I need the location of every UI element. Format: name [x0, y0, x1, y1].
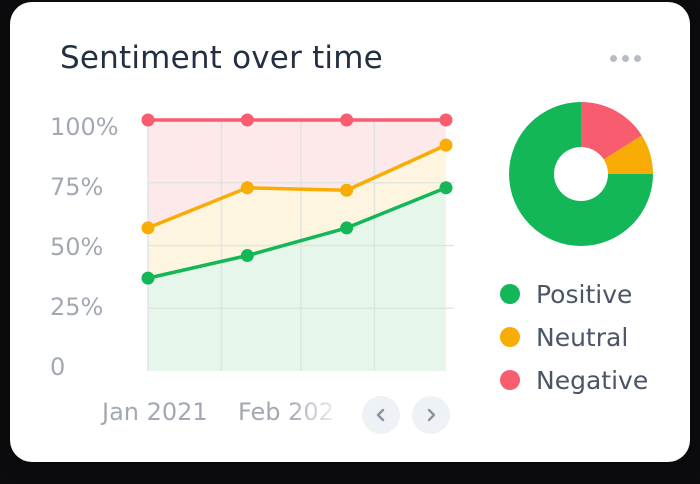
legend-label: Neutral	[536, 322, 629, 352]
sentiment-card: Sentiment over time 100% 75% 50% 25% 0 J…	[10, 2, 690, 462]
legend-dot	[500, 327, 520, 347]
legend-label: Negative	[536, 365, 649, 395]
legend-dot	[500, 284, 520, 304]
legend-item-positive: Positive	[500, 279, 632, 309]
legend-label: Positive	[536, 279, 633, 309]
legend-item-negative: Negative	[500, 365, 648, 395]
legend-dot	[500, 370, 520, 390]
legend-item-neutral: Neutral	[500, 322, 628, 352]
